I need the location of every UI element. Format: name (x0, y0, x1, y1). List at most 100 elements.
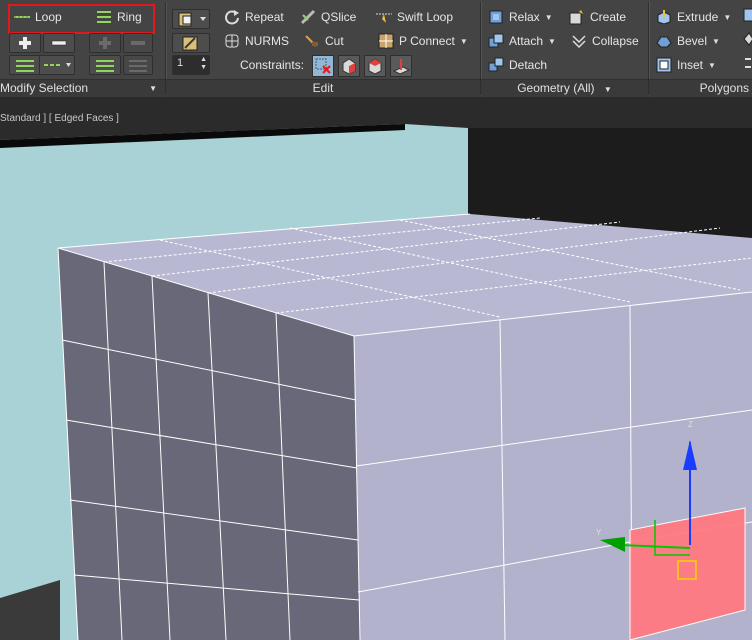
edit-settings-button[interactable] (172, 33, 210, 53)
shrink-loop-button[interactable] (43, 33, 75, 53)
attach-icon (488, 33, 504, 49)
plus-icon-disabled (99, 37, 111, 49)
gizmo-y-label: Y (596, 528, 602, 537)
p-connect-dropdown-icon[interactable]: ▼ (460, 37, 468, 46)
extrude-dropdown-icon[interactable]: ▼ (723, 13, 731, 22)
attach-label: Attach (509, 34, 544, 48)
relax-label: Relax (509, 10, 540, 24)
polygons-title: Polygons (699, 81, 749, 95)
create-icon (569, 9, 585, 25)
qslice-icon (300, 9, 316, 25)
repeat-label: Repeat (245, 10, 284, 24)
flip-icon[interactable] (743, 7, 752, 23)
p-connect-label: P Connect (399, 34, 455, 48)
cut-button[interactable]: Cut (304, 31, 344, 51)
cut-label: Cut (325, 34, 344, 48)
bevel-icon (656, 33, 672, 49)
segments-value: 1 (177, 57, 184, 69)
bevel-dropdown-icon[interactable]: ▼ (712, 37, 720, 46)
constraint-edge-button[interactable] (338, 55, 360, 77)
highlight-box (8, 4, 155, 34)
create-label: Create (590, 10, 627, 24)
edit-title: Edit (312, 81, 334, 95)
constraint-edge-icon (342, 58, 356, 75)
cut-icon (304, 33, 320, 49)
constraint-face-button[interactable] (364, 55, 386, 77)
detach-button[interactable]: Detach (488, 55, 547, 75)
inset-label: Inset (677, 58, 704, 72)
polygons-footer: Polygons (649, 79, 752, 97)
polygons-panel: Extrude ▼ Bevel ▼ Inset ▼ Polygons (649, 0, 752, 97)
pencil-icon (182, 36, 198, 51)
grow-ring-button[interactable] (89, 33, 121, 53)
loop-select-icon (16, 60, 34, 72)
nurms-label: NURMS (245, 34, 289, 48)
detach-icon (488, 57, 504, 73)
swift-loop-label: Swift Loop (397, 10, 454, 24)
ring-mode-button[interactable] (123, 55, 153, 75)
extrude-button[interactable]: Extrude ▼ (656, 7, 731, 27)
ring-select-icon (96, 60, 114, 72)
nurms-icon (224, 33, 240, 49)
paste-icon (178, 12, 206, 27)
relax-icon (488, 9, 504, 25)
geometry-title: Geometry (All) (517, 81, 595, 95)
constraint-none-icon (315, 58, 331, 74)
bevel-label: Bevel (677, 34, 708, 48)
spinner-arrows-icon: ▲ ▼ (200, 56, 207, 71)
edit-footer: Edit (166, 79, 480, 97)
viewport-label[interactable]: Standard ] [ Edged Faces ] (0, 113, 119, 124)
extrude-icon (656, 9, 672, 25)
loop-options-button[interactable] (9, 55, 41, 75)
geometry-footer[interactable]: Geometry (All) ▼ (481, 79, 648, 97)
constraints-text: Constraints: (240, 58, 305, 72)
ribbon: Loop Ring Modify Selection ▼ 1 ▲ ▼ Repea… (0, 0, 752, 98)
expand-arrow-icon: ▼ (149, 84, 157, 93)
p-connect-button[interactable]: P Connect ▼ (378, 31, 468, 51)
viewport-scene (0, 124, 752, 640)
modify-selection-title: Modify Selection (0, 81, 89, 95)
swift-loop-icon (376, 9, 392, 25)
edit-panel: 1 ▲ ▼ Repeat QSlice Swift Loop NURMS Cut … (166, 0, 480, 97)
detach-label: Detach (509, 58, 548, 72)
collapse-button[interactable]: Collapse (571, 31, 639, 51)
geometry-panel: Relax ▼ Create Attach ▼ Collapse Detach … (481, 0, 648, 97)
nurms-button[interactable]: NURMS (224, 31, 289, 51)
qslice-label: QSlice (321, 10, 357, 24)
relax-dropdown-icon[interactable]: ▼ (545, 13, 553, 22)
constraint-none-button[interactable] (312, 55, 334, 77)
constraint-normal-icon (392, 59, 411, 75)
shrink-ring-button[interactable] (123, 33, 153, 53)
plus-icon (19, 37, 31, 49)
create-button[interactable]: Create (569, 7, 626, 27)
collapse-icon (571, 33, 587, 49)
inset-icon (656, 57, 672, 73)
bridge-icon[interactable] (743, 31, 752, 47)
hinge-icon[interactable] (743, 55, 752, 71)
attach-dropdown-icon[interactable]: ▼ (548, 37, 556, 46)
attach-button[interactable]: Attach ▼ (488, 31, 556, 51)
swift-loop-button[interactable]: Swift Loop (376, 7, 453, 27)
constraint-normal-button[interactable] (390, 55, 412, 77)
grow-loop-button[interactable] (9, 33, 41, 53)
relax-button[interactable]: Relax ▼ (488, 7, 553, 27)
viewport[interactable]: Standard ] [ Edged Faces ] Z Y (0, 98, 752, 640)
ring-options-button[interactable] (89, 55, 121, 75)
constraint-face-icon (368, 58, 382, 75)
collapse-label: Collapse (592, 34, 639, 48)
segments-spinner[interactable]: 1 ▲ ▼ (172, 55, 210, 75)
repeat-icon (224, 9, 240, 25)
bevel-button[interactable]: Bevel ▼ (656, 31, 720, 51)
extrude-label: Extrude (677, 10, 719, 24)
paste-settings-button[interactable] (172, 9, 210, 29)
p-connect-icon (378, 33, 394, 49)
gizmo-z-label: Z (688, 420, 693, 429)
inset-button[interactable]: Inset ▼ (656, 55, 716, 75)
qslice-button[interactable]: QSlice (300, 7, 356, 27)
modify-selection-footer[interactable]: Modify Selection ▼ (0, 79, 165, 97)
inset-dropdown-icon[interactable]: ▼ (708, 61, 716, 70)
loop-mode-dropdown[interactable] (39, 55, 75, 75)
loop-mode-icon (44, 63, 71, 67)
repeat-button[interactable]: Repeat (224, 7, 284, 27)
ring-mode-icon (129, 60, 147, 72)
